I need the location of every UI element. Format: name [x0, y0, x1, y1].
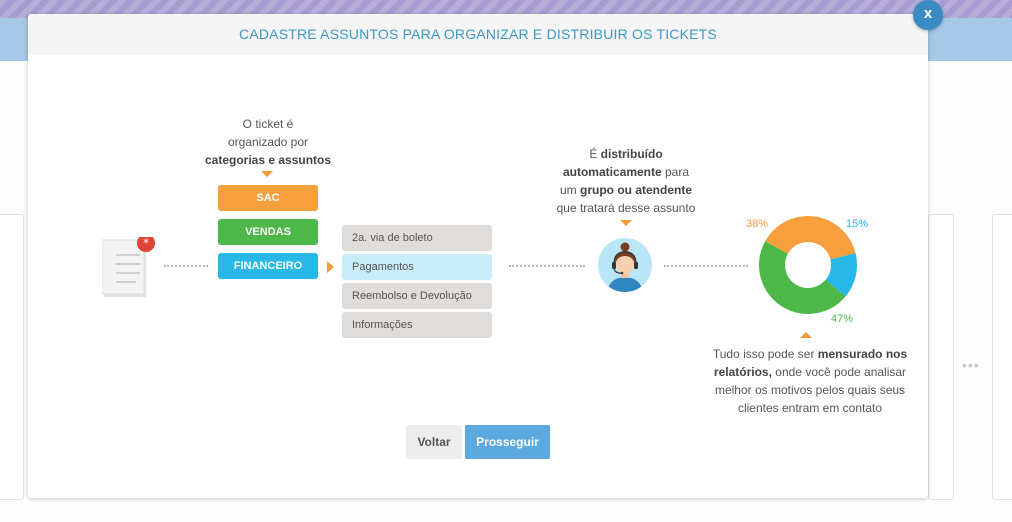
subject-reembolso[interactable]: Reembolso e Devolução: [342, 283, 492, 309]
modal-dialog: CADASTRE ASSUNTOS PARA ORGANIZAR E DISTR…: [28, 14, 928, 498]
step2-line2: automaticamente para: [562, 165, 690, 179]
background-card-left: [0, 214, 24, 500]
connector-dots-2: [509, 265, 585, 267]
step3-line1: Tudo isso pode ser mensurado nos: [712, 347, 908, 361]
step2-line1: É distribuído: [589, 147, 663, 161]
step3-text: Tudo isso pode ser mensurado nos relatór…: [695, 345, 925, 417]
category-pointer-icon: [327, 261, 334, 273]
subject-2a-via-boleto[interactable]: 2a. via de boleto: [342, 225, 492, 251]
step3-line2: relatórios, onde você pode analisar: [713, 365, 907, 379]
ticket-document-icon: *: [101, 234, 155, 297]
step2-pointer-icon: [620, 220, 632, 226]
subject-informacoes[interactable]: Informações: [342, 312, 492, 338]
background-card-far-right: [992, 214, 1012, 500]
step1-text: O ticket é organizado por categorias e a…: [188, 115, 348, 169]
step1-pointer-icon: [261, 171, 273, 177]
step1-line3: categorias e assuntos: [204, 153, 332, 167]
connector-dots-3: [664, 265, 748, 267]
pct-label-blue: 15%: [846, 218, 869, 230]
category-sac[interactable]: SAC: [218, 185, 318, 211]
connector-dots-1: [164, 265, 208, 267]
category-vendas[interactable]: VENDAS: [218, 219, 318, 245]
svg-text:*: *: [143, 237, 149, 250]
more-options-icon[interactable]: •••: [962, 357, 980, 373]
step3-line3: melhor os motivos pelos quais seus: [714, 383, 906, 397]
step1-line1: O ticket é: [242, 117, 294, 131]
subject-pagamentos[interactable]: Pagamentos: [342, 254, 492, 280]
step2-line4: que tratará desse assunto: [556, 201, 696, 215]
back-button[interactable]: Voltar: [406, 425, 462, 459]
background-card-right: [928, 214, 954, 500]
category-financeiro[interactable]: FINANCEIRO: [218, 253, 318, 279]
step3-line4: clientes entram em contato: [737, 401, 883, 415]
support-agent-avatar-icon: [598, 238, 652, 292]
step3-pointer-icon: [800, 332, 812, 338]
modal-title: CADASTRE ASSUNTOS PARA ORGANIZAR E DISTR…: [28, 14, 928, 55]
pct-label-orange: 38%: [746, 218, 769, 230]
step1-line2: organizado por: [227, 135, 309, 149]
step2-line3: um grupo ou atendente: [559, 183, 692, 197]
pct-label-green: 47%: [831, 313, 854, 325]
close-button[interactable]: x: [913, 0, 943, 30]
next-button[interactable]: Prosseguir: [465, 425, 550, 459]
step2-text: É distribuído automaticamente para um gr…: [541, 145, 711, 217]
